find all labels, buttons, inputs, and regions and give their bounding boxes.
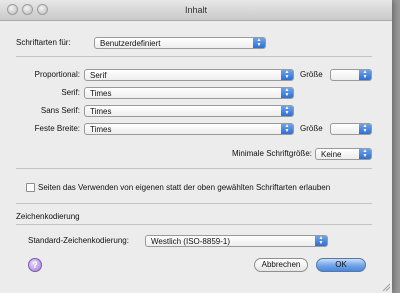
updown-arrows-icon: ▲ ▼ — [281, 124, 293, 134]
sans-serif-value: Times — [90, 107, 112, 116]
updown-arrows-icon: ▲ ▼ — [253, 38, 265, 48]
size-label: Größe — [300, 70, 323, 79]
dialog-window: Inhalt Schriftarten für: Benutzerdefinie… — [0, 0, 392, 293]
monospace-value: Times — [90, 125, 112, 134]
proportional-size-popup[interactable]: ▲ ▼ — [330, 69, 372, 81]
min-size-label: Minimale Schriftgröße: — [231, 149, 312, 158]
monospace-size-label: Größe — [300, 124, 323, 133]
default-encoding-value: Westlich (ISO-8859-1) — [151, 237, 230, 246]
cancel-button[interactable]: Abbrechen — [254, 258, 308, 272]
updown-arrows-icon: ▲ ▼ — [281, 106, 293, 116]
title-bar: Inhalt — [0, 0, 392, 21]
separator-middle — [16, 168, 372, 169]
fonts-for-value: Benutzerdefiniert — [100, 39, 161, 48]
monospace-size-popup[interactable]: ▲ ▼ — [330, 123, 372, 135]
separator-lower — [16, 203, 372, 204]
separator-top — [16, 56, 372, 57]
min-size-popup[interactable]: Keine ▲ ▼ — [315, 148, 372, 160]
encoding-section-title: Zeichenkodierung — [16, 212, 80, 221]
updown-arrows-icon: ▲ ▼ — [359, 70, 371, 80]
proportional-value: Serif — [90, 71, 107, 80]
allow-page-fonts-label: Seiten das Verwenden von eigenen statt d… — [38, 183, 331, 192]
ok-button[interactable]: OK — [316, 258, 366, 272]
updown-arrows-icon: ▲ ▼ — [359, 124, 371, 134]
proportional-popup[interactable]: Serif ▲ ▼ — [84, 69, 294, 81]
sans-serif-label: Sans Serif: — [40, 106, 80, 115]
monospace-label: Feste Breite: — [34, 124, 80, 133]
window-title: Inhalt — [184, 5, 208, 15]
min-size-value: Keine — [321, 150, 342, 159]
proportional-label: Proportional: — [34, 70, 80, 79]
default-encoding-popup[interactable]: Westlich (ISO-8859-1) ▲ ▼ — [145, 235, 328, 247]
separator-encoding — [16, 224, 372, 225]
updown-arrows-icon: ▲ ▼ — [281, 88, 293, 98]
allow-page-fonts-checkbox[interactable] — [26, 183, 35, 192]
monospace-popup[interactable]: Times ▲ ▼ — [84, 123, 294, 135]
updown-arrows-icon: ▲ ▼ — [359, 149, 371, 159]
fonts-for-popup[interactable]: Benutzerdefiniert ▲ ▼ — [94, 37, 266, 49]
sans-serif-popup[interactable]: Times ▲ ▼ — [84, 105, 294, 117]
fonts-for-label: Schriftarten für: — [16, 38, 71, 47]
serif-value: Times — [90, 89, 112, 98]
help-icon[interactable]: ? — [28, 258, 42, 272]
default-encoding-label: Standard-Zeichenkodierung: — [28, 236, 129, 245]
updown-arrows-icon: ▲ ▼ — [281, 70, 293, 80]
resize-grip-icon[interactable] — [382, 283, 390, 291]
updown-arrows-icon: ▲ ▼ — [315, 236, 327, 246]
serif-label: Serif: — [61, 88, 80, 97]
serif-popup[interactable]: Times ▲ ▼ — [84, 87, 294, 99]
